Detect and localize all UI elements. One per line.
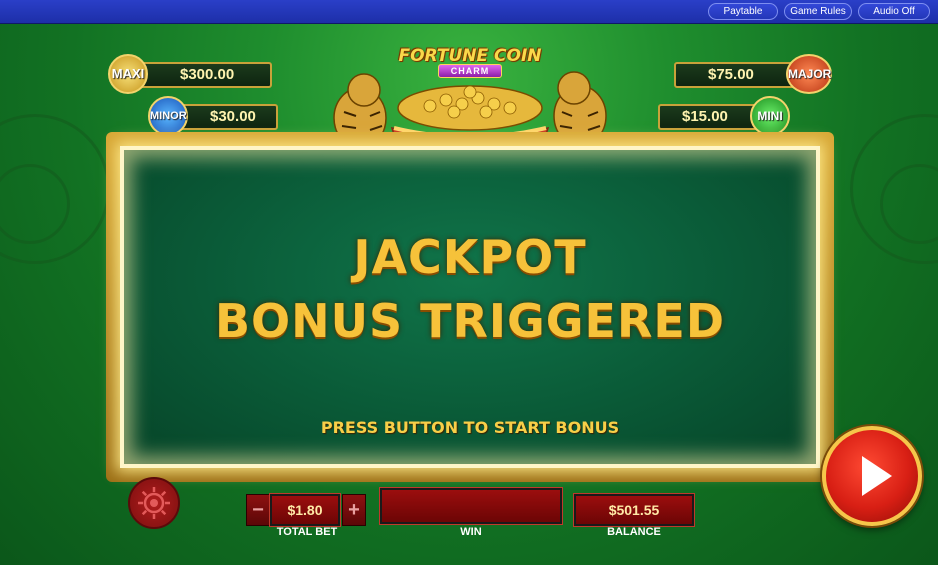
bonus-triggered-headline: BONUS TRIGGERED <box>214 294 726 348</box>
minor-badge: MINOR <box>148 96 188 136</box>
paytable-button[interactable]: Paytable <box>708 3 778 20</box>
balance-label: BALANCE <box>607 526 661 538</box>
message-panel: JACKPOT BONUS TRIGGERED PRESS BUTTON TO … <box>124 150 816 464</box>
gear-icon <box>138 487 170 519</box>
maxi-badge: MAXI <box>108 54 148 94</box>
top-bar: Paytable Game Rules Audio Off <box>0 0 938 24</box>
minor-jackpot-amount: $30.00 <box>210 108 256 125</box>
balance-display: $501.55 <box>574 494 694 526</box>
mini-badge: MINI <box>750 96 790 136</box>
play-icon <box>862 456 892 496</box>
total-bet-display: $1.80 <box>270 494 340 526</box>
maxi-jackpot-meter: $300.00 <box>128 62 272 88</box>
major-badge: MAJOR <box>786 54 832 94</box>
settings-button[interactable] <box>128 477 180 529</box>
win-label: WIN <box>460 526 482 538</box>
game-rules-button[interactable]: Game Rules <box>784 3 852 20</box>
audio-toggle-button[interactable]: Audio Off <box>858 3 930 20</box>
game-area: FORTUNE COIN CHARM $300.00 MAXI $30.00 M… <box>0 24 938 565</box>
total-bet-label: TOTAL BET <box>276 526 338 538</box>
jackpot-headline: JACKPOT <box>353 230 587 284</box>
reel-frame: JACKPOT BONUS TRIGGERED PRESS BUTTON TO … <box>106 132 834 482</box>
increase-bet-button[interactable]: + <box>342 494 366 526</box>
spin-play-button[interactable] <box>822 426 922 526</box>
win-display <box>380 488 562 524</box>
maxi-jackpot-amount: $300.00 <box>180 66 235 83</box>
decrease-bet-button[interactable]: − <box>246 494 270 526</box>
mini-jackpot-amount: $15.00 <box>682 108 728 125</box>
major-jackpot-amount: $75.00 <box>708 66 754 83</box>
start-bonus-prompt: PRESS BUTTON TO START BONUS <box>320 418 620 437</box>
